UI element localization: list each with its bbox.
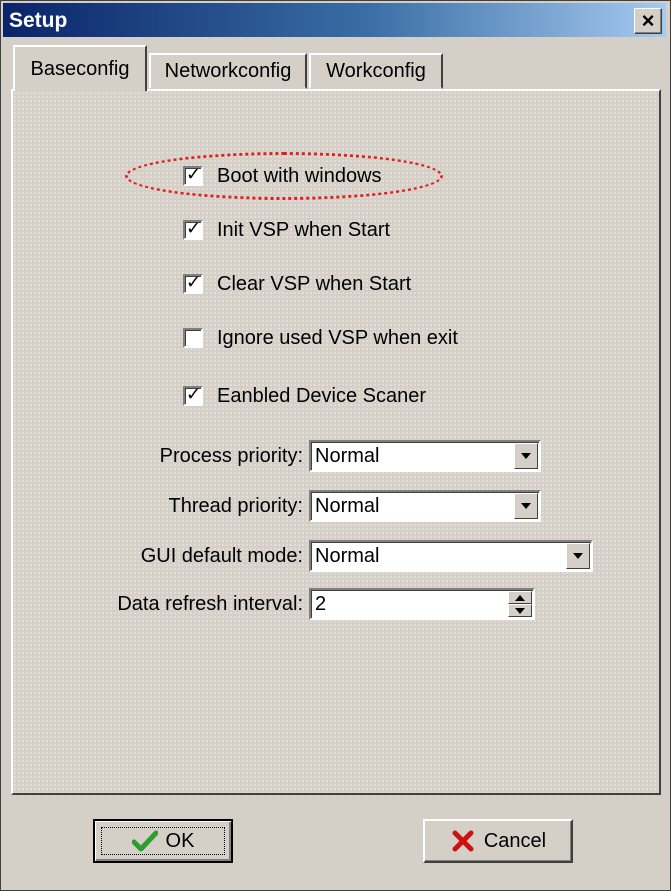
baseconfig-panel: ✓ Boot with windows ✓ Init VSP when Star… [11,89,661,795]
tab-workconfig[interactable]: Workconfig [309,53,443,89]
setup-dialog: Setup × Baseconfig Networkconfig Workcon… [0,0,671,891]
select-value: Normal [315,544,380,567]
chevron-down-icon [521,453,531,459]
close-button[interactable]: × [634,8,662,34]
checkbox-label: Eanbled Device Scaner [217,384,427,407]
check-mark-icon: ✓ [186,272,202,292]
check-mark-icon: ✓ [186,384,202,404]
data-refresh-interval-spinbox[interactable]: 2 [309,588,535,620]
tab-baseconfig[interactable]: Baseconfig [13,45,147,91]
checkbox-device-scanner[interactable]: ✓ Eanbled Device Scaner [183,381,426,411]
checkbox-box[interactable]: ✓ [183,164,203,186]
thread-priority-label: Thread priority: [168,494,304,517]
x-icon [452,830,474,852]
checkbox-boot-with-windows[interactable]: ✓ Boot with windows [183,161,382,191]
thread-priority-row: Thread priority: Normal [13,489,541,523]
cancel-label: Cancel [483,829,547,852]
check-mark-icon: ✓ [186,164,202,184]
process-priority-label: Process priority: [159,444,303,467]
spin-buttons [508,591,532,617]
spinbox-value: 2 [315,592,327,615]
dropdown-button[interactable] [566,543,590,569]
spin-up-button[interactable] [508,591,532,604]
checkbox-label: Ignore used VSP when exit [217,326,458,349]
tab-label: Networkconfig [164,59,292,82]
close-icon: × [641,8,655,33]
process-priority-select[interactable]: Normal [309,440,541,472]
checkbox-label: Init VSP when Start [217,218,391,241]
dropdown-button[interactable] [514,493,538,519]
cancel-button[interactable]: Cancel [423,819,573,863]
gui-default-mode-label: GUI default mode: [140,544,303,567]
title-bar[interactable]: Setup × [3,3,666,37]
ok-button[interactable]: OK [93,819,233,863]
checkbox-box[interactable]: ✓ [183,384,203,406]
window-title: Setup [9,9,68,32]
tab-networkconfig[interactable]: Networkconfig [149,53,307,89]
gui-default-mode-select[interactable]: Normal [309,540,593,572]
check-mark-icon: ✓ [186,218,202,238]
checkbox-box[interactable] [183,328,203,348]
data-refresh-interval-label: Data refresh interval: [117,592,303,615]
checkbox-box[interactable]: ✓ [183,272,203,294]
arrow-down-icon [515,607,525,614]
spin-down-button[interactable] [508,604,532,617]
dropdown-button[interactable] [514,443,538,469]
checkbox-init-vsp[interactable]: ✓ Init VSP when Start [183,215,390,245]
checkbox-clear-vsp[interactable]: ✓ Clear VSP when Start [183,269,411,299]
focus-rect [101,827,225,855]
checkbox-label: Clear VSP when Start [217,272,412,295]
checkbox-ignore-used-vsp[interactable]: Ignore used VSP when exit [183,323,458,353]
checkbox-label: Boot with windows [217,164,382,187]
process-priority-row: Process priority: Normal [13,439,541,473]
arrow-up-icon [515,594,525,601]
gui-default-mode-row: GUI default mode: Normal [13,539,593,573]
thread-priority-select[interactable]: Normal [309,490,541,522]
tab-label: Baseconfig [30,57,130,80]
select-value: Normal [315,444,380,467]
tab-label: Workconfig [326,59,426,82]
select-value: Normal [315,494,380,517]
chevron-down-icon [573,553,583,559]
chevron-down-icon [521,503,531,509]
checkbox-box[interactable]: ✓ [183,218,203,240]
data-refresh-interval-row: Data refresh interval: 2 [13,587,535,621]
